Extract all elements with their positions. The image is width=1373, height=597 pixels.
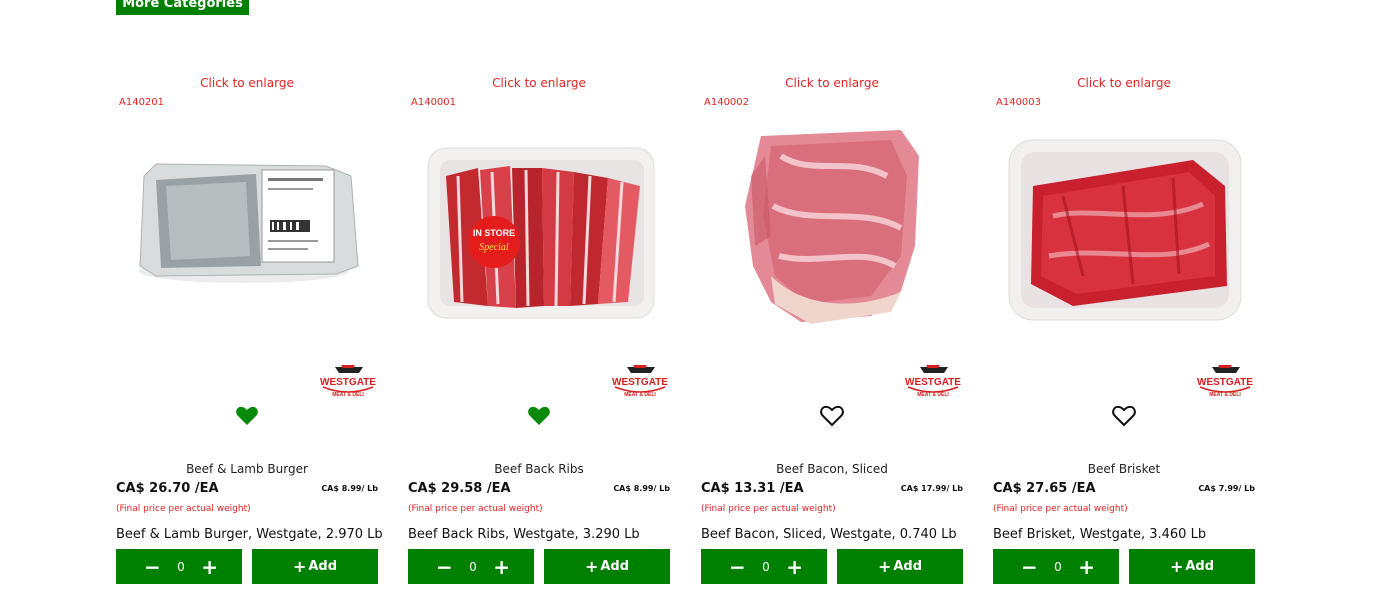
product-description: Beef Back Ribs, Westgate, 3.290 Lb <box>408 527 640 542</box>
unit-price: CA$ 8.99/ Lb <box>613 484 670 493</box>
plus-icon: + <box>1169 557 1184 576</box>
final-price-note: (Final price per actual weight) <box>993 504 1128 514</box>
increment-button[interactable]: + <box>786 557 803 577</box>
product-price: CA$ 26.70 /EA <box>116 481 219 496</box>
final-price-note: (Final price per actual weight) <box>116 504 251 514</box>
click-to-enlarge-link[interactable]: Click to enlarge <box>993 76 1255 90</box>
add-to-cart-button[interactable]: + Add <box>837 549 963 584</box>
product-price: CA$ 27.65 /EA <box>993 481 1096 496</box>
favorite-heart-icon[interactable] <box>820 405 844 427</box>
westgate-logo-icon: WESTGATE MEAT & DELI <box>319 363 377 401</box>
westgate-logo-icon: WESTGATE MEAT & DELI <box>1196 363 1254 401</box>
product-sku: A140001 <box>411 97 457 108</box>
final-price-note: (Final price per actual weight) <box>408 504 543 514</box>
unit-price: CA$ 7.99/ Lb <box>1198 484 1255 493</box>
quantity-value[interactable]: 0 <box>756 560 776 574</box>
quantity-stepper: − 0 + <box>116 549 242 584</box>
unit-price: CA$ 8.99/ Lb <box>321 484 378 493</box>
final-price-note: (Final price per actual weight) <box>701 504 836 514</box>
product-sku: A140201 <box>119 97 165 108</box>
increment-button[interactable]: + <box>201 557 218 577</box>
product-image[interactable] <box>711 116 953 336</box>
click-to-enlarge-link[interactable]: Click to enlarge <box>408 76 670 90</box>
favorite-heart-icon[interactable] <box>527 405 551 427</box>
product-card: Click to enlarge A140003 WESTGATE MEAT &… <box>993 70 1255 590</box>
decrement-button[interactable]: − <box>144 557 161 577</box>
decrement-button[interactable]: − <box>729 557 746 577</box>
add-label: Add <box>893 559 923 574</box>
product-image[interactable] <box>126 116 368 336</box>
quantity-value[interactable]: 0 <box>171 560 191 574</box>
svg-text:MEAT & DELI: MEAT & DELI <box>332 392 364 398</box>
add-to-cart-button[interactable]: + Add <box>1129 549 1255 584</box>
product-name: Beef & Lamb Burger <box>186 462 308 476</box>
quantity-stepper: − 0 + <box>408 549 534 584</box>
svg-text:WESTGATE: WESTGATE <box>612 377 668 388</box>
product-card: Click to enlarge A140201 WESTGATE MEAT &… <box>116 70 383 590</box>
product-price: CA$ 13.31 /EA <box>701 481 804 496</box>
product-image[interactable] <box>1003 116 1245 336</box>
unit-price: CA$ 17.99/ Lb <box>900 484 963 493</box>
more-categories-button[interactable]: More Categories <box>116 0 249 15</box>
product-name: Beef Brisket <box>1087 462 1161 476</box>
plus-icon: + <box>292 557 307 576</box>
favorite-heart-icon[interactable] <box>235 405 259 427</box>
product-card: Click to enlarge A140002 WESTGATE MEAT &… <box>701 70 963 590</box>
svg-text:Special: Special <box>479 242 509 253</box>
product-name: Beef Bacon, Sliced <box>776 462 888 476</box>
product-price: CA$ 29.58 /EA <box>408 481 511 496</box>
plus-icon: + <box>584 557 599 576</box>
product-sku: A140002 <box>704 97 750 108</box>
product-name: Beef Back Ribs <box>494 462 584 476</box>
decrement-button[interactable]: − <box>1021 557 1038 577</box>
product-description: Beef & Lamb Burger, Westgate, 2.970 Lb <box>116 527 383 542</box>
westgate-logo-icon: WESTGATE MEAT & DELI <box>611 363 669 401</box>
svg-text:MEAT & DELI: MEAT & DELI <box>624 392 656 398</box>
add-label: Add <box>1185 559 1215 574</box>
svg-text:WESTGATE: WESTGATE <box>905 377 961 388</box>
product-image[interactable]: IN STORE Special <box>418 116 660 336</box>
add-label: Add <box>308 559 338 574</box>
product-description: Beef Bacon, Sliced, Westgate, 0.740 Lb <box>701 527 957 542</box>
svg-text:MEAT & DELI: MEAT & DELI <box>917 392 949 398</box>
product-description: Beef Brisket, Westgate, 3.460 Lb <box>993 527 1207 542</box>
svg-text:IN STORE: IN STORE <box>473 228 515 238</box>
favorite-heart-icon[interactable] <box>1112 405 1136 427</box>
westgate-logo-icon: WESTGATE MEAT & DELI <box>904 363 962 401</box>
increment-button[interactable]: + <box>1078 557 1095 577</box>
quantity-value[interactable]: 0 <box>1048 560 1068 574</box>
svg-text:WESTGATE: WESTGATE <box>320 377 376 388</box>
svg-text:MEAT & DELI: MEAT & DELI <box>1209 392 1241 398</box>
quantity-stepper: − 0 + <box>993 549 1119 584</box>
plus-icon: + <box>877 557 892 576</box>
increment-button[interactable]: + <box>493 557 510 577</box>
quantity-stepper: − 0 + <box>701 549 827 584</box>
add-label: Add <box>600 559 630 574</box>
add-to-cart-button[interactable]: + Add <box>252 549 378 584</box>
quantity-value[interactable]: 0 <box>463 560 483 574</box>
click-to-enlarge-link[interactable]: Click to enlarge <box>116 76 378 90</box>
click-to-enlarge-link[interactable]: Click to enlarge <box>701 76 963 90</box>
product-sku: A140003 <box>996 97 1042 108</box>
add-to-cart-button[interactable]: + Add <box>544 549 670 584</box>
svg-text:WESTGATE: WESTGATE <box>1197 377 1253 388</box>
decrement-button[interactable]: − <box>436 557 453 577</box>
product-card: Click to enlarge A140001 IN STORE Specia… <box>408 70 670 590</box>
